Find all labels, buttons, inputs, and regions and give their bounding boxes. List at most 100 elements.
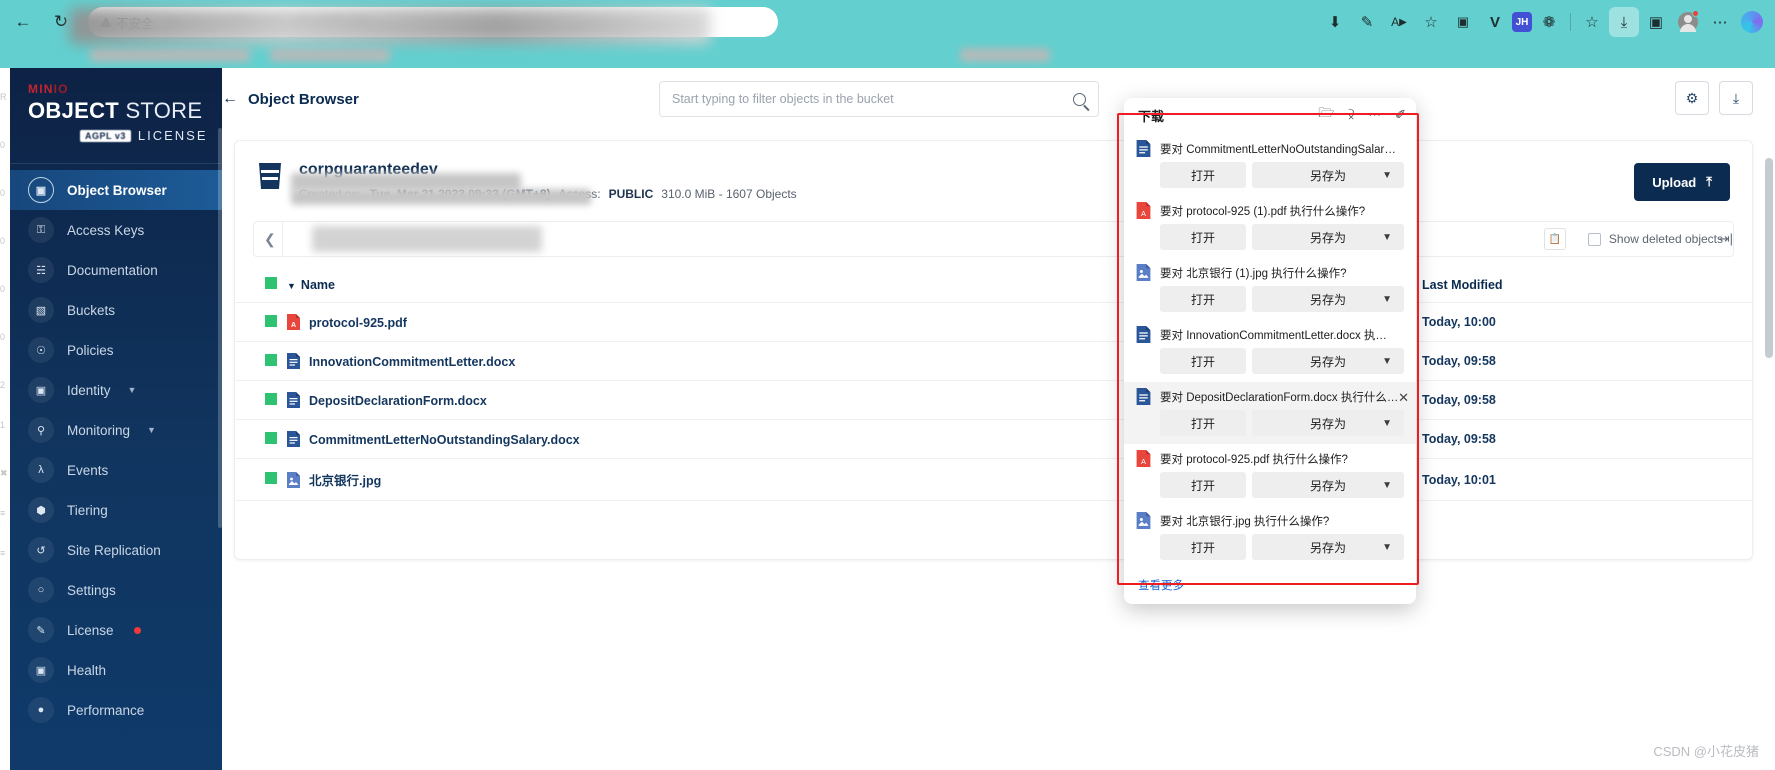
collections-icon[interactable]: ▣ — [1448, 7, 1478, 37]
browser-essentials-icon[interactable]: ▣ — [1641, 7, 1671, 37]
sidebar-item-health[interactable]: ▣ Health — [10, 650, 222, 690]
chevron-down-icon[interactable]: ▼ — [1382, 356, 1392, 367]
table-row[interactable]: Aprotocol-925.pdf Today, 10:00 — [235, 302, 1752, 342]
download-item[interactable]: A 要对 protocol-925.pdf 执行什么操作? 打开 另存为 ▼ — [1124, 444, 1416, 506]
search-icon[interactable]: ⫂ — [1348, 107, 1354, 123]
open-button[interactable]: 打开 — [1160, 224, 1246, 250]
show-deleted-checkbox[interactable] — [1587, 232, 1601, 246]
open-button[interactable]: 打开 — [1160, 286, 1246, 312]
back-button[interactable]: ← — [6, 5, 40, 39]
svg-text:A: A — [1141, 457, 1146, 466]
sidebar-item-documentation[interactable]: ☵ Documentation — [10, 250, 222, 290]
download-line-icon[interactable]: ⬇ — [1320, 7, 1350, 37]
download-item[interactable]: 要对 DepositDeclarationForm.docx 执行什么… 打开 另存… — [1124, 382, 1416, 444]
puzzle-extension-icon[interactable]: ❁ — [1534, 7, 1564, 37]
page-scrollbar[interactable] — [1765, 158, 1773, 358]
table-row[interactable]: InnovationCommitmentLetter.docx Today, 09… — [235, 341, 1752, 381]
download-item[interactable]: 要对 InnovationCommitmentLetter.docx 执… 打开另… — [1124, 320, 1416, 382]
sidebar-item-object-browser[interactable]: ▣ Object Browser — [10, 170, 222, 210]
sidebar-item-tiering[interactable]: ⬢ Tiering — [10, 490, 222, 530]
favorite-star-icon[interactable]: ☆ — [1416, 7, 1446, 37]
split-screen-icon[interactable]: ☆ — [1577, 7, 1607, 37]
sidebar-item-license[interactable]: ✎ License — [10, 610, 222, 650]
sidebar-item-policies[interactable]: ☉ Policies — [10, 330, 222, 370]
table-row[interactable]: CommitmentLetterNoOutstandingSalary.docx… — [235, 419, 1752, 459]
sidebar-item-monitoring[interactable]: ⚲ Monitoring ▼ — [10, 410, 222, 450]
sidebar-item-settings[interactable]: ○ Settings — [10, 570, 222, 610]
row-checkbox[interactable] — [265, 472, 277, 484]
select-all-checkbox[interactable] — [265, 277, 277, 289]
row-checkbox-cell[interactable] — [235, 419, 287, 459]
sidebar-item-performance[interactable]: ● Performance — [10, 690, 222, 730]
column-last-modified[interactable]: Last Modified — [1422, 267, 1752, 303]
show-deleted-toggle[interactable]: Show deleted objects — [1587, 232, 1723, 246]
save-as-button[interactable]: 另存为 ▼ — [1252, 348, 1404, 374]
settings-gear-button[interactable]: ⚙ — [1675, 81, 1709, 115]
save-as-button[interactable]: 另存为 ▼ — [1252, 410, 1404, 436]
search-filter[interactable] — [659, 81, 1099, 117]
breadcrumb[interactable]: ← Object Browser — [222, 90, 359, 108]
chevron-down-icon[interactable]: ▼ — [1382, 542, 1392, 553]
select-all-header[interactable] — [235, 267, 287, 303]
more-options-icon[interactable]: ⋯ — [1368, 107, 1381, 123]
row-checkbox-cell[interactable] — [235, 302, 287, 342]
table-row[interactable]: 北京银行.jpg Today, 10:01 — [235, 458, 1752, 501]
read-aloud-icon[interactable]: A ▶ — [1384, 7, 1414, 37]
search-input[interactable] — [672, 92, 1073, 106]
see-more-link[interactable]: 查看更多 — [1124, 568, 1416, 604]
save-as-button[interactable]: 另存为 ▼ — [1252, 224, 1404, 250]
more-options-icon[interactable]: ⋯ — [1705, 7, 1735, 37]
copilot-icon[interactable] — [1737, 7, 1767, 37]
download-item[interactable]: A 要对 protocol-925 (1).pdf 执行什么操作? 打开 另存为 ▼ — [1124, 196, 1416, 258]
search-icon[interactable] — [1073, 92, 1086, 106]
pen-icon[interactable]: ✎ — [1352, 7, 1382, 37]
row-checkbox-cell[interactable] — [235, 458, 287, 501]
row-checkbox[interactable] — [265, 392, 277, 405]
sidebar-item-identity[interactable]: ▣ Identity ▼ — [10, 370, 222, 410]
open-button[interactable]: 打开 — [1160, 410, 1246, 436]
row-checkbox-cell[interactable] — [235, 380, 287, 420]
pin-icon[interactable]: ✐ — [1395, 107, 1406, 123]
save-as-button[interactable]: 另存为 ▼ — [1252, 472, 1404, 498]
copy-path-button[interactable]: 📋 — [1543, 228, 1566, 250]
downloads-icon[interactable]: ⤓ — [1609, 7, 1639, 37]
path-back-icon[interactable]: ❮ — [264, 222, 283, 256]
row-checkbox[interactable] — [265, 314, 277, 327]
row-checkbox[interactable] — [265, 431, 277, 444]
chevron-down-icon[interactable]: ▼ — [1382, 232, 1392, 243]
download-all-button[interactable]: ⤓ — [1719, 81, 1753, 115]
table-row[interactable]: DepositDeclarationForm.docx Today, 09:58 — [235, 380, 1752, 420]
upload-button[interactable]: Upload ⤒ — [1634, 163, 1730, 201]
chevron-down-icon[interactable]: ▼ — [1382, 170, 1392, 181]
row-checkbox-cell[interactable] — [235, 341, 287, 381]
chevron-down-icon[interactable]: ▼ — [1382, 418, 1392, 429]
open-button[interactable]: 打开 — [1160, 348, 1246, 374]
save-as-button[interactable]: 另存为 ▼ — [1252, 534, 1404, 560]
v-extension-icon[interactable]: V — [1480, 7, 1510, 37]
open-button[interactable]: 打开 — [1160, 534, 1246, 560]
sidebar-item-buckets[interactable]: ▧ Buckets — [10, 290, 222, 330]
jh-extension-icon[interactable]: JH — [1512, 12, 1532, 32]
download-item[interactable]: 要对 CommitmentLetterNoOutstandingSalar… 打开… — [1124, 134, 1416, 196]
download-item[interactable]: 要对 北京银行.jpg 执行什么操作? 打开 另存为 ▼ — [1124, 506, 1416, 568]
sidebar-item-events[interactable]: λ Events — [10, 450, 222, 490]
minio-logo: MINIO — [28, 82, 69, 96]
chevron-down-icon[interactable]: ▼ — [147, 425, 156, 435]
sidebar-item-site-replication[interactable]: ↺ Site Replication — [10, 530, 222, 570]
chevron-down-icon[interactable]: ▼ — [128, 385, 137, 395]
back-arrow-icon[interactable]: ← — [222, 90, 238, 108]
open-button[interactable]: 打开 — [1160, 472, 1246, 498]
close-icon[interactable]: ✕ — [1398, 390, 1409, 406]
sidebar-item-access-keys[interactable]: ⚿ Access Keys — [10, 210, 222, 250]
save-as-button[interactable]: 另存为 ▼ — [1252, 162, 1404, 188]
chevron-down-icon[interactable]: ▼ — [1382, 294, 1392, 305]
download-item-actions: 打开 另存为 ▼ — [1136, 286, 1404, 312]
chevron-down-icon[interactable]: ▼ — [1382, 480, 1392, 491]
open-button[interactable]: 打开 — [1160, 162, 1246, 188]
open-folder-icon[interactable]: 🗁 — [1318, 104, 1334, 126]
download-item[interactable]: 要对 北京银行 (1).jpg 执行什么操作? 打开 另存为 ▼ — [1124, 258, 1416, 320]
collapse-panel-icon[interactable]: ⇥| — [1719, 231, 1733, 247]
save-as-button[interactable]: 另存为 ▼ — [1252, 286, 1404, 312]
profile-avatar[interactable] — [1673, 7, 1703, 37]
row-checkbox[interactable] — [265, 353, 277, 366]
